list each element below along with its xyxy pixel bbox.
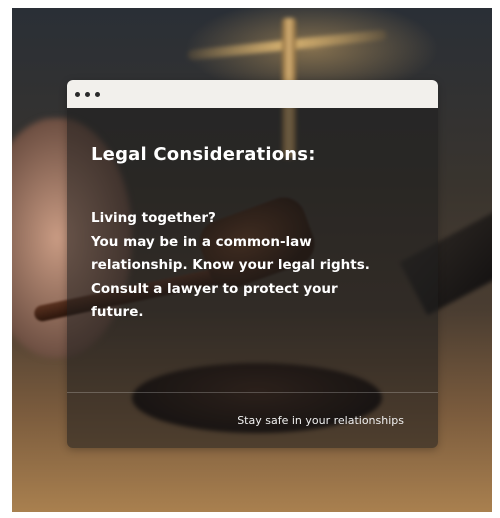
- info-card: Legal Considerations: Living together? Y…: [67, 80, 438, 448]
- message-line: future.: [91, 304, 144, 320]
- message-line: Consult a lawyer to protect your: [91, 280, 338, 297]
- window-dot-icon: [85, 91, 90, 97]
- message-line: relationship. Know your legal rights.: [91, 257, 370, 273]
- card-message: Living together? You may be in a common-…: [91, 207, 416, 325]
- card-body: Legal Considerations: Living together? Y…: [67, 108, 438, 325]
- message-line: Living together?: [91, 210, 216, 226]
- window-dot-icon: [95, 91, 100, 97]
- card-footer: Stay safe in your relationships: [67, 392, 438, 448]
- message-line: You may be in a common-law: [91, 233, 312, 250]
- window-title-bar: [67, 80, 438, 108]
- window-dot-icon: [75, 91, 80, 97]
- footer-tagline: Stay safe in your relationships: [237, 414, 404, 427]
- card-title: Legal Considerations:: [91, 144, 316, 165]
